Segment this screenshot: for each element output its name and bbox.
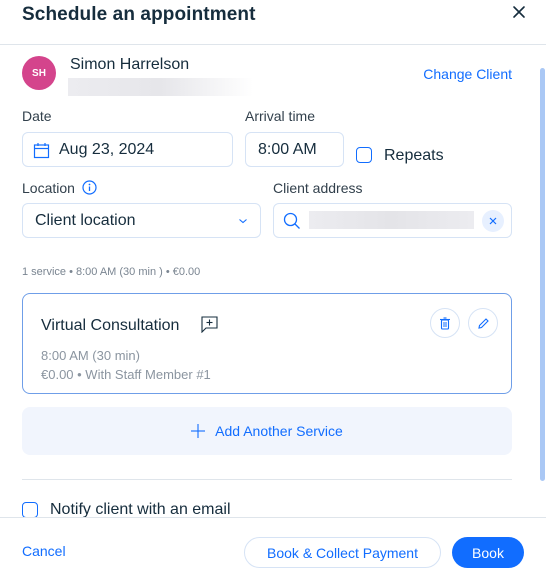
arrival-time-label: Arrival time (245, 108, 316, 124)
service-price-staff: €0.00 • With Staff Member #1 (41, 367, 211, 382)
edit-service-button[interactable] (468, 308, 498, 338)
location-label: Location (22, 180, 75, 196)
service-time: 8:00 AM (30 min) (41, 348, 140, 363)
search-icon (283, 212, 300, 229)
client-address-input[interactable] (273, 203, 512, 238)
delete-service-button[interactable] (430, 308, 460, 338)
date-field[interactable]: Aug 23, 2024 (22, 132, 233, 167)
add-note-icon[interactable] (201, 316, 218, 333)
service-name: Virtual Consultation (41, 317, 180, 334)
add-another-service-label: Add Another Service (215, 423, 343, 439)
cancel-button[interactable]: Cancel (22, 543, 66, 559)
close-icon[interactable] (510, 3, 528, 21)
avatar: SH (22, 56, 56, 90)
arrival-time-field[interactable]: 8:00 AM (245, 132, 344, 167)
client-row: SH Simon Harrelson Change Client (22, 56, 512, 96)
info-icon[interactable] (82, 180, 97, 195)
dialog-footer: Cancel Book & Collect Payment Book (0, 517, 546, 571)
trash-icon (440, 316, 450, 330)
change-client-link[interactable]: Change Client (423, 66, 512, 82)
location-value: Client location (35, 212, 136, 229)
location-select[interactable]: Client location (22, 203, 261, 238)
dialog-title: Schedule an appointment (22, 4, 256, 25)
date-label: Date (22, 108, 52, 124)
client-address-label: Client address (273, 180, 363, 196)
arrival-time-value: 8:00 AM (258, 141, 317, 158)
pencil-icon (477, 317, 489, 329)
scrollbar[interactable] (540, 68, 545, 481)
dialog-header: Schedule an appointment (0, 0, 546, 45)
book-button[interactable]: Book (452, 537, 524, 568)
booking-summary: 1 service • 8:00 AM (30 min ) • €0.00 (22, 266, 201, 278)
chevron-down-icon (239, 219, 247, 224)
repeats-checkbox[interactable] (356, 147, 372, 163)
plus-icon (191, 424, 206, 438)
calendar-icon (33, 143, 50, 159)
client-contact-redacted (68, 78, 253, 96)
repeats-label: Repeats (384, 147, 444, 164)
service-card: Virtual Consultation 8:00 AM (30 min) €0… (22, 293, 512, 394)
date-value: Aug 23, 2024 (59, 141, 155, 158)
client-address-redacted (309, 211, 474, 229)
add-another-service-button[interactable]: Add Another Service (22, 407, 512, 455)
clear-address-button[interactable] (482, 210, 504, 232)
notify-client-checkbox[interactable] (22, 502, 38, 518)
clear-icon (489, 217, 497, 225)
divider (22, 479, 512, 480)
book-collect-payment-button[interactable]: Book & Collect Payment (244, 537, 441, 568)
client-name: Simon Harrelson (70, 56, 190, 73)
